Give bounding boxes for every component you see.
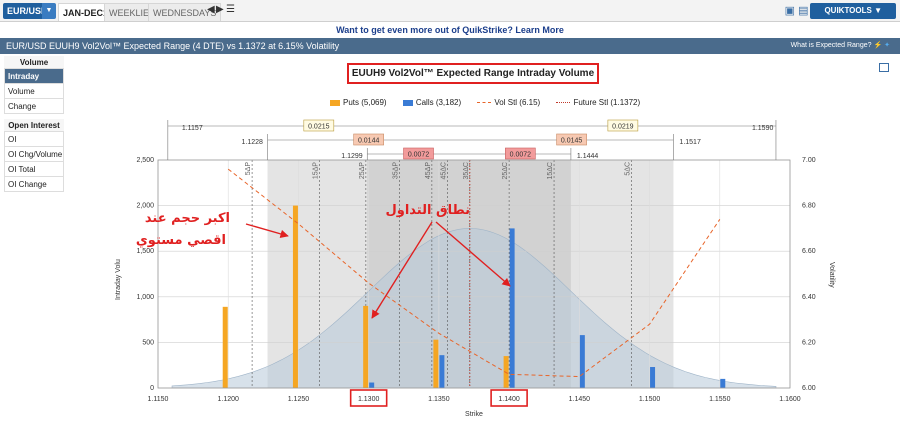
range-width-label: 0.0145 <box>561 138 583 145</box>
range-width-label: 0.0219 <box>612 124 634 131</box>
annotation-largest-volume: اقصي مستوي <box>136 233 226 248</box>
y-axis-title: Intraday Volu <box>115 259 122 300</box>
y-tick-label: 1,500 <box>136 248 154 255</box>
call-bar <box>509 228 515 388</box>
put-bar <box>222 306 228 388</box>
delta-line-label: 5ΔC <box>624 162 631 176</box>
call-bar <box>650 367 656 388</box>
delta-line-label: 45ΔC <box>440 162 447 180</box>
delta-line-label: 45ΔP <box>425 162 432 179</box>
x-tick-label: 1.1600 <box>779 396 801 403</box>
delta-line-label: 35ΔP <box>393 162 400 179</box>
range-right-value: 1.1444 <box>577 153 599 160</box>
put-bar <box>292 205 298 388</box>
y-tick-label: 0 <box>150 385 154 392</box>
range-left-value: 1.1157 <box>182 125 203 132</box>
y2-axis-title: Volatility <box>828 262 835 288</box>
put-bar <box>433 339 439 388</box>
delta-line-label: 35ΔC <box>463 162 470 180</box>
delta-line-label: 5ΔP <box>245 162 252 176</box>
y2-tick-label: 6.60 <box>802 248 816 255</box>
probability-curve <box>171 228 777 389</box>
x-tick-label: 1.1400 <box>498 396 520 403</box>
range-right-value: 1.1590 <box>752 125 774 132</box>
x-tick-label: 1.1250 <box>288 396 310 403</box>
chart-svg: 5ΔP 15ΔP 25ΔP 35ΔP 45ΔP 45ΔC 35ΔC 25ΔC 15ΔC 5ΔC 0… <box>115 119 835 418</box>
call-bar <box>720 378 726 388</box>
call-bar <box>439 355 445 388</box>
call-bar <box>369 382 375 388</box>
y-tick-label: 2,500 <box>136 157 154 164</box>
range-width-label: 0.0072 <box>510 152 532 159</box>
x-tick-label: 1.1500 <box>639 396 661 403</box>
delta-line-label: 15ΔC <box>547 162 554 180</box>
x-tick-label: 1.1350 <box>428 396 450 403</box>
annotation-trading-range: نطاق التداول <box>385 203 470 218</box>
delta-line-label: 15ΔP <box>313 162 320 179</box>
range-width-label: 0.0144 <box>358 138 380 145</box>
put-bar <box>363 305 369 388</box>
range-left-value: 1.1299 <box>341 153 363 160</box>
y-tick-label: 500 <box>142 339 154 346</box>
delta-line-label: 25ΔP <box>359 162 366 179</box>
x-tick-label: 1.1150 <box>148 396 169 403</box>
range-width-label: 0.0072 <box>408 152 430 159</box>
y2-tick-label: 6.40 <box>802 294 816 301</box>
x-tick-label: 1.1300 <box>358 396 380 403</box>
annotation-largest-volume: اكبر حجم عند <box>145 211 230 226</box>
delta-line-label: 25ΔC <box>502 162 509 180</box>
y2-tick-label: 6.00 <box>802 385 816 392</box>
range-width-label: 0.0215 <box>308 124 330 131</box>
range-right-value: 1.1517 <box>679 139 701 146</box>
range-left-value: 1.1228 <box>242 139 264 146</box>
x-tick-label: 1.1550 <box>709 396 731 403</box>
y-tick-label: 1,000 <box>136 294 154 301</box>
y2-tick-label: 6.80 <box>802 203 816 210</box>
x-axis-title: Strike <box>465 411 483 418</box>
x-tick-label: 1.1450 <box>569 396 591 403</box>
x-tick-label: 1.1200 <box>218 396 240 403</box>
y2-tick-label: 7.00 <box>802 157 816 164</box>
call-bar <box>579 335 585 388</box>
y2-tick-label: 6.20 <box>802 339 816 346</box>
y-tick-label: 2,000 <box>136 203 154 210</box>
